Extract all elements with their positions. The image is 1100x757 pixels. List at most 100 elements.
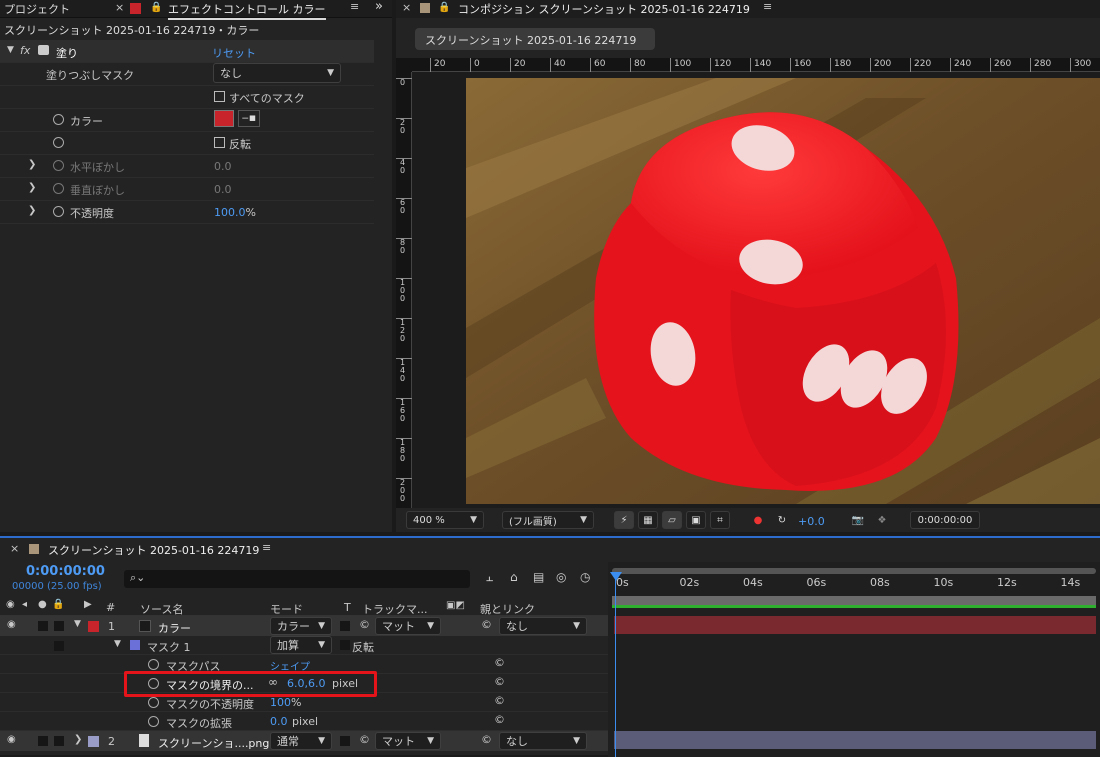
eyedropper-icon[interactable]: ‒▪: [238, 110, 260, 127]
preserve-transparency-box[interactable]: [340, 621, 350, 631]
mask-visibility-icon[interactable]: ▱: [662, 511, 682, 529]
lock-icon[interactable]: 🔒: [438, 2, 450, 13]
close-icon[interactable]: ×: [10, 542, 19, 555]
panel-menu-icon[interactable]: ≡: [262, 541, 271, 554]
mask-mode-dropdown[interactable]: 加算 ▼: [270, 636, 332, 654]
mask-row[interactable]: ▼ マスク 1 加算 ▼ 反転: [0, 636, 608, 655]
chevron-down-icon[interactable]: ▼: [114, 639, 121, 649]
chevron-right-icon[interactable]: ❯: [28, 159, 36, 170]
transparency-grid-icon[interactable]: ▦: [638, 511, 658, 529]
current-time[interactable]: 0:00:00:00: [26, 564, 105, 579]
v-feather-value[interactable]: 0.0: [214, 183, 232, 196]
parent-dropdown[interactable]: なし ▼: [499, 732, 587, 750]
comp-view-tab[interactable]: スクリーンショット 2025-01-16 224719: [415, 28, 655, 50]
layer-mode-dropdown[interactable]: カラー ▼: [270, 617, 332, 635]
tab-project[interactable]: プロジェクト: [4, 1, 70, 17]
pick-whip-icon[interactable]: ©: [481, 733, 492, 746]
eye-icon[interactable]: ◉: [6, 599, 15, 610]
mask-opacity-field[interactable]: 100%: [270, 696, 301, 709]
close-icon[interactable]: ×: [115, 1, 124, 14]
comp-mini-flowchart-icon[interactable]: ⫠: [486, 570, 493, 585]
mask-expansion-value[interactable]: 0.0: [270, 715, 288, 728]
channel-rgb-icon[interactable]: ●: [748, 511, 768, 529]
timeline-title[interactable]: スクリーンショット 2025-01-16 224719: [48, 542, 259, 558]
time-graph[interactable]: 0s 02s 04s 06s 08s 10s 12s 14s: [608, 562, 1100, 757]
time-ruler[interactable]: 0s 02s 04s 06s 08s 10s 12s 14s: [608, 576, 1100, 594]
audio-icon[interactable]: ◂: [22, 599, 27, 610]
track-matte-dropdown[interactable]: マット ▼: [375, 617, 441, 635]
chevron-right-icon[interactable]: ❯: [28, 205, 36, 216]
playhead-handle[interactable]: [610, 572, 622, 581]
work-area-bar[interactable]: [612, 568, 1096, 574]
stopwatch-icon[interactable]: [53, 183, 64, 194]
stopwatch-icon[interactable]: [148, 659, 159, 670]
chevron-right-icon[interactable]: ❯: [74, 734, 82, 745]
lock-icon[interactable]: 🔒: [150, 2, 162, 13]
chevron-right-icon[interactable]: ❯: [28, 182, 36, 193]
lock-box[interactable]: [54, 736, 64, 746]
resolution-dropdown[interactable]: (フル画質) ▼: [502, 511, 594, 529]
region-of-interest-icon[interactable]: ▣: [686, 511, 706, 529]
current-time-indicator[interactable]: [615, 574, 616, 757]
draft-3d-icon[interactable]: ⌂: [510, 570, 518, 584]
track-matte-dropdown[interactable]: マット ▼: [375, 732, 441, 750]
fill-mask-dropdown[interactable]: なし ▼: [213, 63, 341, 83]
color-swatch[interactable]: [214, 110, 234, 127]
solo-box[interactable]: [38, 736, 48, 746]
comp-title[interactable]: コンポジション スクリーンショット 2025-01-16 224719: [458, 1, 750, 17]
opacity-field[interactable]: 100.0%: [214, 206, 256, 219]
tab-effect-controls[interactable]: エフェクトコントロール カラー: [168, 1, 326, 20]
zoom-dropdown[interactable]: 400 % ▼: [406, 511, 484, 529]
eye-icon[interactable]: ◉: [7, 734, 16, 745]
layer-2-bar[interactable]: [614, 731, 1096, 749]
pick-whip-icon[interactable]: ©: [494, 694, 505, 707]
column-parent-link[interactable]: 親とリンク: [480, 601, 535, 617]
eye-icon[interactable]: ◉: [7, 619, 16, 630]
mask-expansion-row[interactable]: マスクの拡張 0.0 pixel ©: [0, 712, 608, 731]
matte-link-icon[interactable]: ©: [359, 618, 370, 631]
chevron-down-icon[interactable]: ▼: [74, 619, 81, 629]
column-track-matte[interactable]: トラックマ...: [362, 601, 428, 617]
comp-duration-bar[interactable]: [612, 596, 1096, 608]
reset-link[interactable]: リセット: [212, 45, 256, 61]
grid-guides-icon[interactable]: ⌗: [710, 511, 730, 529]
column-t[interactable]: T: [344, 601, 351, 614]
stopwatch-icon[interactable]: [148, 716, 159, 727]
layer-search-input[interactable]: ⌕⌄: [124, 570, 470, 588]
label-tag-icon[interactable]: ▶: [84, 599, 92, 610]
expand-panels-icon[interactable]: »: [375, 0, 383, 14]
mask-opacity-row[interactable]: マスクの不透明度 100% ©: [0, 693, 608, 712]
column-source-name[interactable]: ソース名: [140, 601, 183, 617]
stopwatch-icon[interactable]: [53, 160, 64, 171]
frame-blending-icon[interactable]: ◎: [556, 570, 566, 584]
layer-name[interactable]: カラー: [158, 620, 191, 636]
pick-whip-icon[interactable]: ©: [494, 656, 505, 669]
lock-box[interactable]: [54, 621, 64, 631]
layer-mode-dropdown[interactable]: 通常 ▼: [270, 732, 332, 750]
preserve-transparency-box[interactable]: [340, 736, 350, 746]
hide-shy-layers-icon[interactable]: ▤: [533, 570, 544, 584]
comp-viewer[interactable]: [412, 72, 1100, 508]
motion-blur-icon[interactable]: ◷: [580, 570, 590, 584]
lock-box[interactable]: [54, 641, 64, 651]
layer-1-bar[interactable]: [614, 616, 1096, 634]
mask-name[interactable]: マスク 1: [147, 639, 191, 655]
mask-invert-box[interactable]: [340, 640, 350, 650]
solo-icon[interactable]: ●: [38, 599, 47, 610]
exposure-value[interactable]: +0.0: [798, 515, 825, 528]
layer-row-1[interactable]: ◉ ▼ 1 カラー カラー ▼ © マット ▼ © なし ▼: [0, 616, 608, 636]
show-snapshot-icon[interactable]: ❖: [872, 511, 892, 529]
panel-menu-icon[interactable]: ≡: [350, 0, 359, 13]
chevron-down-icon[interactable]: ▼: [7, 45, 14, 55]
stopwatch-icon[interactable]: [53, 114, 64, 125]
lock-icon[interactable]: 🔒: [52, 599, 64, 610]
layer-label-color[interactable]: [88, 621, 99, 632]
mask-color-swatch[interactable]: [130, 640, 140, 650]
timecode-field[interactable]: 0:00:00:00: [910, 511, 980, 529]
stopwatch-icon[interactable]: [53, 137, 64, 148]
layer-row-2[interactable]: ◉ ❯ 2 スクリーンショ....png 通常 ▼ © マット ▼ © なし ▼: [0, 731, 608, 751]
fast-preview-icon[interactable]: ⚡: [614, 511, 634, 529]
reset-exposure-icon[interactable]: ↻: [772, 511, 792, 529]
stopwatch-icon[interactable]: [53, 206, 64, 217]
stopwatch-icon[interactable]: [148, 697, 159, 708]
